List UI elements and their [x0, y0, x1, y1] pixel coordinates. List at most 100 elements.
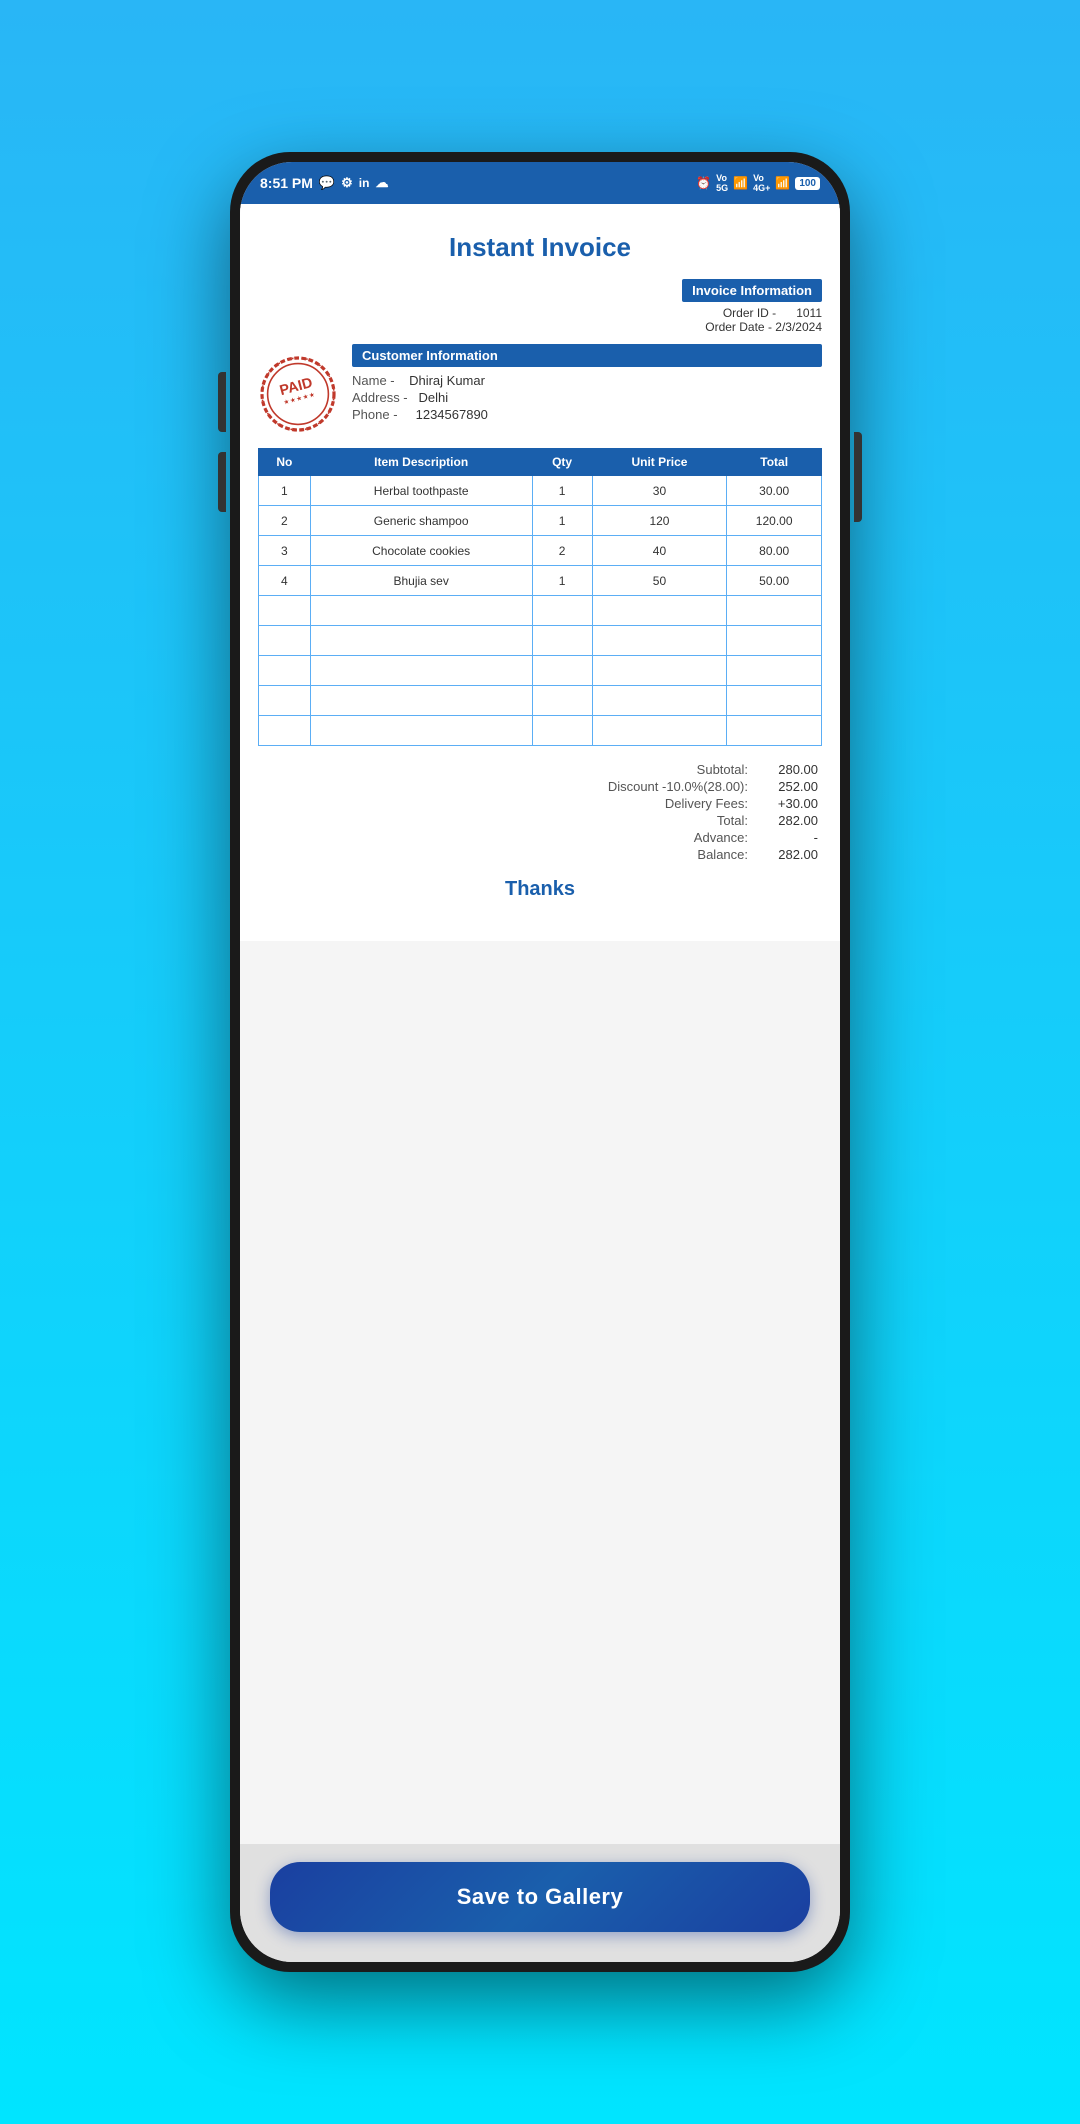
cell-desc	[310, 716, 532, 746]
total-label: Total:	[528, 813, 748, 828]
cell-qty	[532, 686, 592, 716]
cell-qty: 1	[532, 566, 592, 596]
cell-unit-price: 120	[592, 506, 727, 536]
phone-label: Phone -	[352, 407, 398, 422]
cell-total: 120.00	[727, 506, 822, 536]
address-label: Address -	[352, 390, 408, 405]
cell-desc	[310, 656, 532, 686]
cell-desc: Generic shampoo	[310, 506, 532, 536]
cell-no: 2	[259, 506, 311, 536]
cell-total	[727, 596, 822, 626]
table-row	[259, 656, 822, 686]
status-left: 8:51 PM 💬 ⚙ in ☁	[260, 175, 388, 191]
order-date-label: Order Date -	[705, 320, 772, 334]
signal-icon2: 📶	[775, 176, 790, 190]
whatsapp-icon: 💬	[319, 175, 335, 191]
cell-qty: 1	[532, 506, 592, 536]
phone-mockup: 8:51 PM 💬 ⚙ in ☁ ⏰ Vo5G 📶 Vo4G+ 📶 100 In…	[230, 152, 850, 1972]
cell-unit-price: 40	[592, 536, 727, 566]
volume-down-button	[218, 452, 226, 512]
invoice-info-header: Invoice Information	[682, 279, 822, 302]
subtotal-label: Subtotal:	[528, 762, 748, 777]
customer-info-badge: Customer Information	[352, 344, 822, 367]
cell-total	[727, 626, 822, 656]
cell-no	[259, 596, 311, 626]
cell-no: 1	[259, 476, 311, 506]
cell-desc	[310, 686, 532, 716]
advance-value: -	[748, 830, 818, 845]
battery-indicator: 100	[795, 177, 820, 190]
order-id-label: Order ID -	[723, 306, 776, 320]
paid-stamp: PAID ★ ★ ★ ★ ★	[258, 354, 338, 434]
balance-row: Balance: 282.00	[262, 847, 818, 862]
cell-desc: Chocolate cookies	[310, 536, 532, 566]
total-row: Total: 282.00	[262, 813, 818, 828]
network-4g: Vo4G+	[753, 173, 770, 193]
cell-unit-price: 30	[592, 476, 727, 506]
advance-row: Advance: -	[262, 830, 818, 845]
signal-icon1: 📶	[733, 176, 748, 190]
thanks-text: Thanks	[258, 878, 822, 901]
invoice-content: Instant Invoice Invoice Information Orde…	[240, 204, 840, 1844]
cell-unit-price	[592, 656, 727, 686]
customer-address-row: Address - Delhi	[352, 390, 822, 405]
power-button	[854, 432, 862, 522]
order-date-value: 2/3/2024	[775, 320, 822, 334]
cell-total: 80.00	[727, 536, 822, 566]
cell-desc	[310, 596, 532, 626]
order-id-value: 1011	[796, 306, 822, 320]
delivery-row: Delivery Fees: +30.00	[262, 796, 818, 811]
order-id-row: Order ID - 1011	[723, 306, 822, 320]
cell-qty	[532, 716, 592, 746]
network-5g: Vo5G	[716, 173, 728, 193]
customer-info: Customer Information Name - Dhiraj Kumar…	[352, 344, 822, 424]
customer-section: PAID ★ ★ ★ ★ ★ Customer Information Name…	[258, 344, 822, 434]
phone-value: 1234567890	[416, 407, 488, 422]
status-bar: 8:51 PM 💬 ⚙ in ☁ ⏰ Vo5G 📶 Vo4G+ 📶 100	[240, 162, 840, 204]
volume-up-button	[218, 372, 226, 432]
cell-desc	[310, 626, 532, 656]
table-row: 1 Herbal toothpaste 1 30 30.00	[259, 476, 822, 506]
cell-total: 50.00	[727, 566, 822, 596]
cell-unit-price	[592, 596, 727, 626]
invoice-paper: Instant Invoice Invoice Information Orde…	[240, 204, 840, 941]
discount-label: Discount -10.0%(28.00):	[528, 779, 748, 794]
col-no: No	[259, 449, 311, 476]
cell-unit-price	[592, 626, 727, 656]
alarm-icon: ⏰	[696, 176, 711, 190]
name-value: Dhiraj Kumar	[409, 373, 485, 388]
col-qty: Qty	[532, 449, 592, 476]
table-row	[259, 686, 822, 716]
cell-no	[259, 656, 311, 686]
table-row: 2 Generic shampoo 1 120 120.00	[259, 506, 822, 536]
cell-qty: 2	[532, 536, 592, 566]
total-value: 282.00	[748, 813, 818, 828]
balance-label: Balance:	[528, 847, 748, 862]
settings-icon: ⚙	[341, 175, 353, 191]
cell-total	[727, 716, 822, 746]
linkedin-icon: in	[359, 176, 370, 190]
subtotal-value: 280.00	[748, 762, 818, 777]
cell-no: 4	[259, 566, 311, 596]
cell-no	[259, 686, 311, 716]
customer-name-row: Name - Dhiraj Kumar	[352, 373, 822, 388]
cell-desc: Herbal toothpaste	[310, 476, 532, 506]
cell-qty	[532, 626, 592, 656]
save-to-gallery-button[interactable]: Save to Gallery	[270, 1862, 810, 1932]
order-date-row: Order Date - 2/3/2024	[705, 320, 822, 334]
customer-info-header: Customer Information	[352, 344, 822, 367]
summary-section: Subtotal: 280.00 Discount -10.0%(28.00):…	[258, 762, 822, 862]
cell-total	[727, 686, 822, 716]
cell-unit-price	[592, 686, 727, 716]
items-table: No Item Description Qty Unit Price Total…	[258, 448, 822, 746]
name-label: Name -	[352, 373, 395, 388]
discount-row: Discount -10.0%(28.00): 252.00	[262, 779, 818, 794]
table-row: 3 Chocolate cookies 2 40 80.00	[259, 536, 822, 566]
status-right: ⏰ Vo5G 📶 Vo4G+ 📶 100	[696, 173, 820, 193]
cell-desc: Bhujia sev	[310, 566, 532, 596]
invoice-info-badge: Invoice Information	[682, 279, 822, 302]
advance-label: Advance:	[528, 830, 748, 845]
delivery-label: Delivery Fees:	[528, 796, 748, 811]
profile-icon: ☁	[375, 175, 388, 191]
cell-total	[727, 656, 822, 686]
